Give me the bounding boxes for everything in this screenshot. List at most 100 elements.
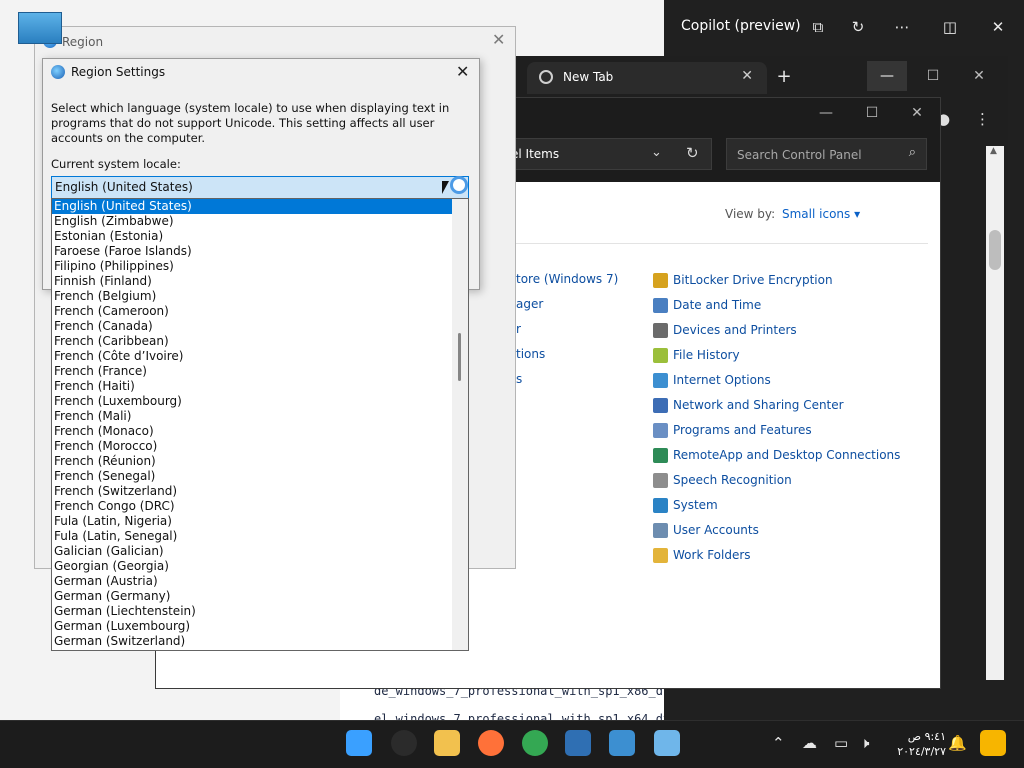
locale-option[interactable]: German (Liechtenstein) — [52, 604, 452, 619]
browser-maximize-button[interactable]: ☐ — [913, 61, 953, 91]
locale-option[interactable]: French Congo (DRC) — [52, 499, 452, 514]
search-icon[interactable]: ⌕ — [909, 145, 916, 160]
control-panel-icon[interactable] — [609, 730, 635, 756]
locale-option[interactable]: Galician (Galician) — [52, 544, 452, 559]
locale-option[interactable]: French (Haiti) — [52, 379, 452, 394]
cp-item[interactable]: RemoteApp and Desktop Connections — [653, 445, 900, 465]
search-icon[interactable] — [391, 730, 417, 756]
cp-item[interactable]: System — [653, 495, 718, 515]
locale-option[interactable]: Faroese (Faroe Islands) — [52, 244, 452, 259]
locale-option[interactable]: French (Morocco) — [52, 439, 452, 454]
locale-option[interactable]: French (Belgium) — [52, 289, 452, 304]
display-icon[interactable]: ▭ — [834, 734, 848, 752]
cp-left-item[interactable]: tions — [516, 347, 545, 361]
locale-option[interactable]: French (Monaco) — [52, 424, 452, 439]
locale-option[interactable]: German (Germany) — [52, 589, 452, 604]
locale-option[interactable]: French (Switzerland) — [52, 484, 452, 499]
browser-menu-icon[interactable]: ⋮ — [975, 110, 990, 128]
refresh-icon[interactable]: ↻ — [843, 12, 873, 42]
cp-item[interactable]: Speech Recognition — [653, 470, 792, 490]
search-input[interactable] — [735, 145, 899, 165]
region-app-icon[interactable] — [654, 730, 680, 756]
locale-option[interactable]: French (Caribbean) — [52, 334, 452, 349]
chevron-down-icon[interactable] — [448, 177, 466, 197]
more-icon[interactable]: ⋯ — [887, 12, 917, 42]
start-button-icon[interactable] — [346, 730, 372, 756]
browser-minimize-button[interactable]: — — [867, 61, 907, 91]
open-external-icon[interactable]: ⧉ — [803, 12, 833, 42]
locale-option[interactable]: French (Canada) — [52, 319, 452, 334]
cp-item[interactable]: Network and Sharing Center — [653, 395, 844, 415]
cp-item[interactable]: Devices and Printers — [653, 320, 797, 340]
dropdown-scroll-thumb[interactable] — [458, 333, 461, 381]
cp-left-item[interactable]: r — [516, 322, 521, 336]
virtualbox-icon[interactable] — [565, 730, 591, 756]
copilot-close-icon[interactable]: ✕ — [983, 12, 1013, 42]
copilot-icon[interactable] — [980, 730, 1006, 756]
address-text: el Items — [511, 147, 560, 161]
cp-maximize-button[interactable]: ☐ — [852, 98, 892, 128]
locale-option[interactable]: German (Switzerland) — [52, 634, 452, 649]
cp-item-icon — [653, 522, 668, 538]
view-by-dropdown[interactable]: Small icons ▾ — [782, 207, 860, 221]
desktop-icon[interactable] — [18, 12, 62, 44]
locale-option[interactable]: French (Senegal) — [52, 469, 452, 484]
system-locale-select[interactable]: English (United States) — [51, 176, 469, 199]
locale-option[interactable]: Finnish (Finland) — [52, 274, 452, 289]
locale-option[interactable]: French (Réunion) — [52, 454, 452, 469]
onedrive-icon[interactable]: ☁ — [802, 734, 817, 752]
notification-bell-icon[interactable]: 🔔 — [948, 734, 967, 752]
cp-item[interactable]: File History — [653, 345, 740, 365]
locale-option[interactable]: French (Cameroon) — [52, 304, 452, 319]
chrome-icon[interactable] — [522, 730, 548, 756]
dock-icon[interactable]: ◫ — [935, 12, 965, 42]
system-locale-value: English (United States) — [55, 180, 193, 194]
cp-item-label: Speech Recognition — [673, 473, 792, 487]
locale-option[interactable]: German (Austria) — [52, 574, 452, 589]
cp-item[interactable]: BitLocker Drive Encryption — [653, 270, 833, 290]
locale-option[interactable]: Georgian (Georgia) — [52, 559, 452, 574]
locale-option[interactable]: Fula (Latin, Senegal) — [52, 529, 452, 544]
cp-item[interactable]: Internet Options — [653, 370, 771, 390]
locale-option[interactable]: French (Luxembourg) — [52, 394, 452, 409]
locale-option[interactable]: Filipino (Philippines) — [52, 259, 452, 274]
cp-item-icon — [653, 297, 668, 313]
locale-option[interactable]: German (Luxembourg) — [52, 619, 452, 634]
locale-option[interactable]: French (Mali) — [52, 409, 452, 424]
firefox-icon[interactable] — [478, 730, 504, 756]
cp-left-item[interactable]: s — [516, 372, 522, 386]
cp-scrollbar[interactable]: ▲ — [986, 146, 1004, 680]
cp-left-item[interactable]: tore (Windows 7) — [516, 272, 618, 286]
locale-option[interactable]: Estonian (Estonia) — [52, 229, 452, 244]
current-locale-label: Current system locale: — [51, 157, 181, 171]
cp-item[interactable]: Programs and Features — [653, 420, 812, 440]
locale-option[interactable]: French (Côte d’Ivoire) — [52, 349, 452, 364]
tray-chevron-icon[interactable]: ⌃ — [772, 734, 785, 752]
tab-new-tab[interactable]: New Tab ✕ — [527, 62, 767, 94]
chevron-down-icon[interactable]: ⌄ — [651, 145, 662, 160]
locale-option[interactable]: Fula (Latin, Nigeria) — [52, 514, 452, 529]
region-close-icon[interactable]: ✕ — [492, 30, 505, 49]
cp-item[interactable]: Date and Time — [653, 295, 761, 315]
scroll-up-icon[interactable]: ▲ — [990, 146, 997, 156]
cp-minimize-button[interactable]: — — [806, 98, 846, 128]
locale-option[interactable]: French (France) — [52, 364, 452, 379]
cp-item[interactable]: User Accounts — [653, 520, 759, 540]
dropdown-scrollbar[interactable] — [452, 199, 468, 650]
new-tab-button[interactable]: + — [772, 66, 796, 90]
refresh-icon[interactable]: ↻ — [686, 144, 699, 162]
region-settings-title: Region Settings — [71, 65, 166, 79]
tab-close-icon[interactable]: ✕ — [741, 68, 753, 84]
file-explorer-icon[interactable] — [434, 730, 460, 756]
cp-close-button[interactable]: ✕ — [897, 98, 937, 128]
browser-close-button[interactable]: ✕ — [959, 61, 999, 91]
locale-option[interactable]: English (United States) — [52, 199, 452, 214]
clock-time[interactable]: ٩:٤١ ص — [898, 730, 946, 743]
locale-option[interactable]: English (Zimbabwe) — [52, 214, 452, 229]
cp-scroll-thumb[interactable] — [989, 230, 1001, 270]
volume-icon[interactable]: 🕨 — [860, 734, 869, 752]
cp-left-item[interactable]: ager — [516, 297, 543, 311]
region-settings-close-icon[interactable]: ✕ — [456, 62, 469, 81]
clock-date[interactable]: ٢٠٢٤/٣/٢٧ — [886, 745, 946, 758]
cp-item[interactable]: Work Folders — [653, 545, 751, 565]
